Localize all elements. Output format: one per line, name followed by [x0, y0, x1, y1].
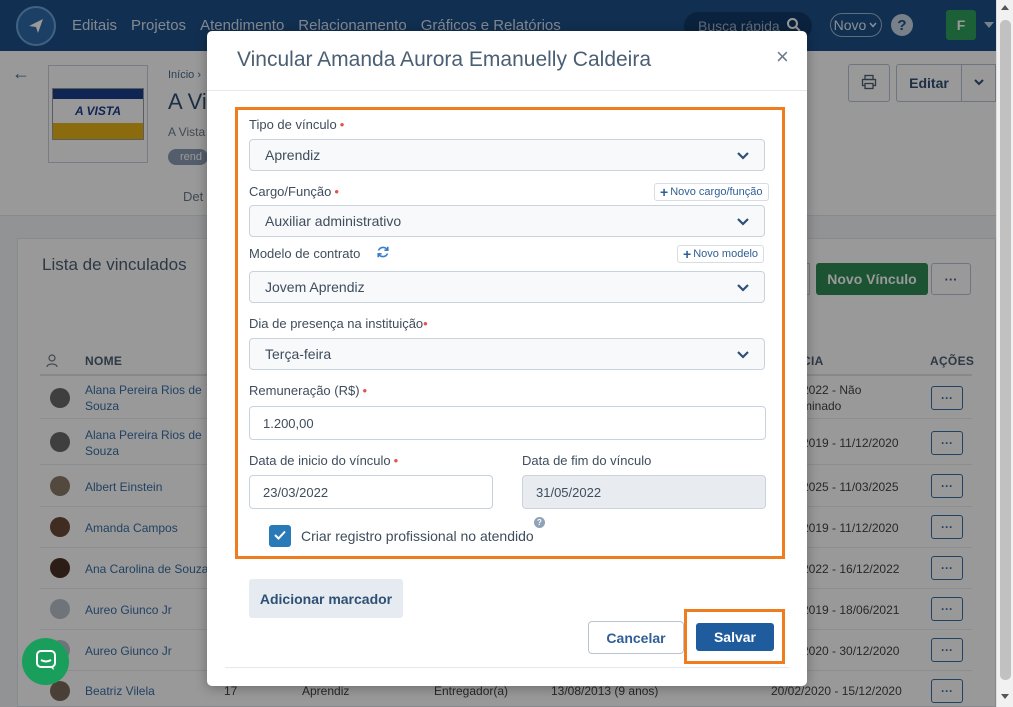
remuneracao-input[interactable]: 1.200,00 [249, 406, 766, 440]
chevron-down-icon [736, 215, 750, 231]
modelo-contrato-select[interactable]: Jovem Aprendiz [249, 271, 765, 303]
chevron-down-icon [736, 149, 750, 165]
dialog-footer-divider [225, 667, 789, 668]
data-fim-label: Data de fim do vínculo [522, 453, 652, 468]
data-inicio-value: 23/03/2022 [263, 484, 329, 500]
criar-registro-label[interactable]: Criar registro profissional no atendido [301, 528, 534, 544]
modelo-contrato-value: Jovem Aprendiz [265, 279, 365, 295]
chevron-down-icon [736, 348, 750, 364]
cargo-funcao-select[interactable]: Auxiliar administrativo [249, 205, 765, 237]
dia-presenca-value: Terça-feira [265, 346, 332, 362]
cargo-funcao-value: Auxiliar administrativo [265, 213, 402, 229]
data-fim-input[interactable]: 31/05/2022 [522, 475, 766, 509]
criar-registro-checkbox[interactable] [269, 525, 291, 547]
close-icon[interactable]: × [776, 44, 789, 70]
help-icon[interactable]: ? [534, 517, 545, 528]
chevron-down-icon [736, 281, 750, 297]
data-inicio-input[interactable]: 23/03/2022 [249, 475, 493, 509]
cancel-button[interactable]: Cancelar [588, 621, 684, 654]
page-scrollbar[interactable] [996, 0, 1013, 707]
data-inicio-label: Data de inicio do vínculo • [249, 453, 399, 468]
tipo-vinculo-select[interactable]: Aprendiz [249, 139, 765, 171]
modelo-contrato-label: Modelo de contrato [249, 246, 361, 261]
tipo-vinculo-label: Tipo de vínculo • [249, 117, 345, 132]
dia-presenca-label: Dia de presença na instituição• [249, 316, 428, 331]
dialog-header-divider [207, 90, 807, 91]
cargo-funcao-label: Cargo/Função • [249, 184, 339, 199]
data-fim-value: 31/05/2022 [536, 484, 602, 500]
scrollbar-thumb[interactable] [1000, 20, 1011, 680]
scroll-down-arrow-icon[interactable] [1001, 694, 1009, 699]
remuneracao-value: 1.200,00 [263, 415, 314, 431]
remuneracao-label: Remuneração (R$) • [249, 383, 368, 398]
chat-support-button[interactable] [22, 638, 69, 685]
dialog-title: Vincular Amanda Aurora Emanuelly Caldeir… [237, 48, 652, 71]
checkmark-icon [273, 529, 287, 544]
link-dialog: Vincular Amanda Aurora Emanuelly Caldeir… [207, 31, 807, 686]
new-model-button[interactable]: + Novo modelo [677, 245, 765, 263]
tipo-vinculo-value: Aprendiz [265, 147, 321, 163]
new-role-button[interactable]: + Novo cargo/função [654, 183, 769, 201]
add-marker-button[interactable]: Adicionar marcador [249, 579, 403, 618]
save-button[interactable]: Salvar [696, 623, 774, 651]
chat-icon [34, 648, 58, 675]
scroll-up-arrow-icon[interactable] [1001, 5, 1009, 10]
dia-presenca-select[interactable]: Terça-feira [249, 338, 765, 370]
refresh-icon[interactable] [376, 245, 390, 262]
